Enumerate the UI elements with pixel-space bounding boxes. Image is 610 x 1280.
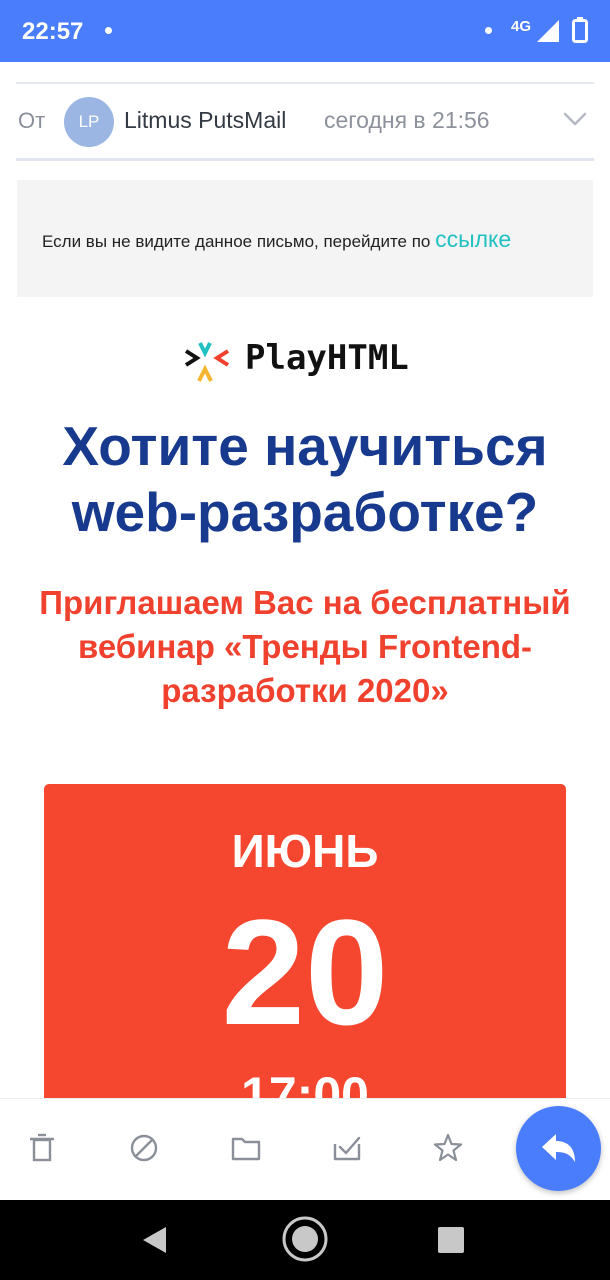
from-label: От [18, 108, 46, 133]
playhtml-logo-icon [184, 342, 230, 382]
chevron-down-icon[interactable] [563, 112, 587, 126]
star-icon[interactable] [431, 1131, 465, 1165]
email-date: сегодня в 21:56 [324, 107, 490, 133]
header-divider-bottom [16, 158, 594, 161]
signal-icon [537, 20, 559, 42]
sender-name[interactable]: Litmus PutsMail [124, 107, 286, 134]
home-icon[interactable] [281, 1215, 329, 1263]
reply-icon [542, 1134, 575, 1162]
logo-text: PlayHTML [245, 338, 409, 378]
view-online-message: Если вы не видите данное письмо, перейди… [42, 232, 436, 251]
view-online-text: Если вы не видите данное письмо, перейди… [42, 226, 511, 253]
reply-button[interactable] [516, 1106, 601, 1191]
header-divider-top [16, 82, 594, 84]
recent-apps-icon[interactable] [438, 1227, 464, 1253]
indicator-dot-icon [485, 27, 492, 34]
status-bar: 22:57 4G [0, 0, 610, 62]
status-time: 22:57 [22, 18, 84, 45]
email-headline: Хотите научиться web-разработке? [62, 415, 548, 543]
network-type: 4G [511, 18, 532, 35]
view-online-link[interactable]: ссылке [435, 226, 511, 252]
mark-read-icon[interactable] [330, 1131, 364, 1165]
webinar-invitation: Приглашаем Вас на бесплатный вебинар «Тр… [39, 584, 571, 709]
delete-icon[interactable] [25, 1131, 59, 1165]
block-spam-icon[interactable] [127, 1131, 161, 1165]
event-day: 20 [221, 888, 389, 1056]
folder-icon[interactable] [229, 1131, 263, 1165]
event-month: ИЮНЬ [231, 825, 379, 877]
notification-dot-icon [105, 27, 112, 34]
battery-icon [572, 17, 588, 43]
event-date-card: ИЮНЬ 20 17:00 [44, 784, 566, 1114]
sender-avatar[interactable]: LP [64, 97, 114, 147]
back-icon[interactable] [142, 1226, 168, 1254]
